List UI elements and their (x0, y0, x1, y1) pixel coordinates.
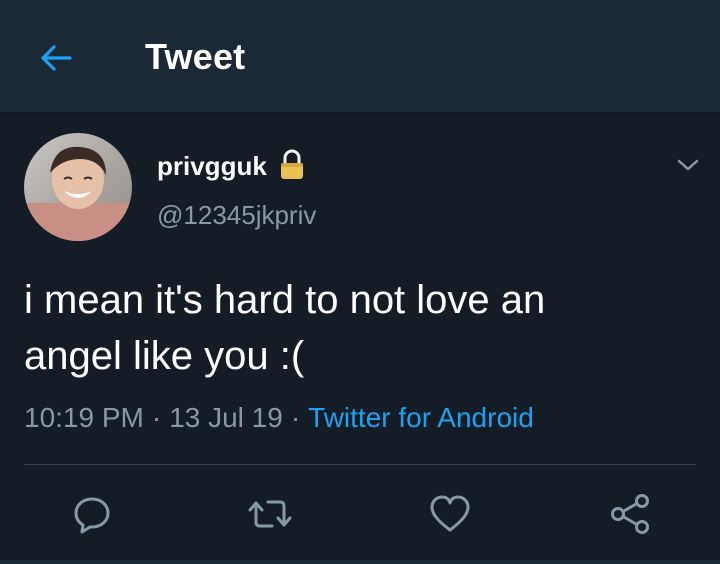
tweet-actions-bar (0, 488, 720, 540)
like-button[interactable] (424, 488, 476, 540)
heart-icon (430, 495, 470, 532)
retweet-icon (248, 500, 292, 528)
lock-icon (280, 149, 303, 179)
tweet-text: i mean it's hard to not love an angel li… (24, 278, 546, 378)
meta-separator: · (290, 402, 301, 433)
tweet-options-button[interactable] (670, 150, 706, 180)
reply-button[interactable] (66, 488, 118, 540)
author-name-row[interactable]: privgguk (157, 149, 307, 182)
author-handle[interactable]: @12345jkpriv (157, 200, 316, 231)
share-button[interactable] (604, 488, 656, 540)
top-app-bar: Tweet (0, 0, 720, 113)
tweet-date: 13 Jul 19 (169, 402, 283, 433)
tweet-time: 10:19 PM (24, 402, 144, 433)
page-title: Tweet (145, 36, 246, 77)
back-button[interactable] (28, 30, 84, 86)
retweet-button[interactable] (244, 488, 296, 540)
tweet-source-link[interactable]: Twitter for Android (308, 402, 534, 434)
bottom-divider (0, 560, 720, 564)
display-name: privgguk (157, 150, 267, 181)
avatar[interactable] (24, 133, 132, 241)
share-icon (611, 494, 649, 534)
meta-separator: · (151, 402, 162, 433)
arrow-left-icon (41, 45, 72, 71)
chevron-down-icon (677, 159, 699, 171)
divider (24, 464, 696, 465)
tweet-meta: 10:19 PM · 13 Jul 19 · Twitter for Andro… (24, 402, 534, 434)
tweet-detail-screen: Tweet privgguk @12345jkpriv i mean it's … (0, 0, 720, 564)
reply-icon (74, 497, 110, 534)
